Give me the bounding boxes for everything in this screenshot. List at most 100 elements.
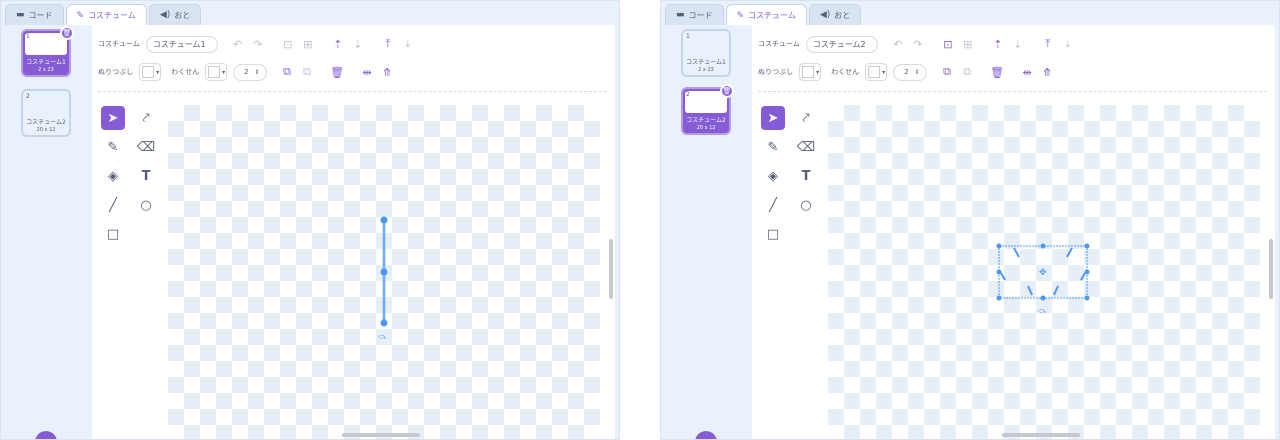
selection-handle[interactable] [1084, 243, 1090, 249]
ungroup-button[interactable]: ⊞ [298, 35, 318, 53]
vertical-scrollbar[interactable] [609, 239, 613, 299]
reshape-tool[interactable]: ⤤ [794, 106, 818, 130]
forward-button[interactable]: ⇡ [988, 35, 1008, 53]
add-costume-button[interactable] [35, 431, 57, 439]
add-costume-button[interactable] [695, 431, 717, 439]
outline-color-picker[interactable]: ▾ [205, 63, 228, 81]
selection-handle[interactable] [380, 319, 388, 327]
paste-button[interactable]: ⧉ [957, 63, 977, 81]
toolbar-divider [98, 91, 607, 92]
fill-color-picker[interactable]: ▾ [799, 63, 822, 81]
delete-button[interactable]: 🗑 [327, 63, 347, 81]
costume-size: 20 x 12 [696, 125, 716, 131]
tab-code[interactable]: ▬ コード [5, 4, 64, 25]
eraser-tool[interactable]: ⌫ [134, 135, 158, 159]
tab-sound[interactable]: ◀) おと [148, 4, 202, 25]
forward-icon: ⇡ [333, 37, 343, 51]
backward-button[interactable]: ⇣ [348, 35, 368, 53]
selection-handle[interactable] [996, 243, 1002, 249]
copy-button[interactable]: ⧉ [937, 63, 957, 81]
group-icon: ⊡ [283, 37, 293, 51]
redo-button[interactable]: ↷ [908, 35, 928, 53]
trash-icon: 🗑 [62, 29, 72, 37]
selection-handle[interactable] [996, 269, 1002, 275]
outline-label: わくせん [831, 68, 860, 76]
reshape-tool[interactable]: ⤤ [134, 106, 158, 130]
flip-vertical-button[interactable]: ⤊ [377, 63, 397, 81]
costume-item[interactable]: 2 コスチューム2 20 x 12 🗑 [681, 84, 734, 135]
stroke-width-input[interactable]: 2 ⇕ [893, 63, 928, 81]
rotate-handle-icon[interactable]: ⤼ [1038, 306, 1047, 315]
selection-handle[interactable] [1084, 295, 1090, 301]
costume-item[interactable]: 1 コスチューム1 2 x 23 🗑 [21, 26, 74, 77]
front-button[interactable]: ⤒ [1038, 35, 1058, 53]
forward-button[interactable]: ⇡ [328, 35, 348, 53]
paste-button[interactable]: ⧉ [297, 63, 317, 81]
costume-item[interactable]: 2 コスチューム2 20 x 12 [21, 89, 71, 137]
shape-stroke [1000, 272, 1006, 281]
back-button[interactable]: ⤓ [398, 35, 418, 53]
flip-horizontal-button[interactable]: ⇹ [1017, 63, 1037, 81]
flip-horizontal-button[interactable]: ⇹ [357, 63, 377, 81]
move-icon[interactable]: ✥ [1039, 268, 1047, 278]
tab-code[interactable]: ▬ コード [665, 4, 724, 25]
delete-costume-button[interactable]: 🗑 [720, 84, 734, 98]
brush-tool[interactable]: ✎ [101, 135, 125, 159]
selection-handle[interactable] [1040, 295, 1046, 301]
fill-tool[interactable]: ◈ [761, 164, 785, 188]
select-tool[interactable]: ➤ [761, 106, 785, 130]
undo-button[interactable]: ↶ [888, 35, 908, 53]
delete-button[interactable]: 🗑 [987, 63, 1007, 81]
line-tool[interactable]: ╱ [761, 193, 785, 217]
group-button[interactable]: ⊡ [278, 35, 298, 53]
selection-handle[interactable] [1084, 269, 1090, 275]
select-tool[interactable]: ➤ [101, 106, 125, 130]
flip-vertical-icon: ⤊ [1042, 65, 1052, 79]
outline-color-picker[interactable]: ▾ [865, 63, 888, 81]
tab-costume[interactable]: ✎ コスチューム [65, 4, 147, 26]
tab-costume[interactable]: ✎ コスチューム [725, 4, 807, 26]
costume-name-input[interactable]: コスチューム1 [145, 35, 218, 53]
costume-name: コスチューム1 [26, 59, 66, 66]
rectangle-tool[interactable]: □ [761, 222, 785, 246]
front-button[interactable]: ⤒ [378, 35, 398, 53]
drawing-canvas[interactable]: ✥ ⤼ [828, 105, 1260, 439]
copy-button[interactable]: ⧉ [277, 63, 297, 81]
fill-label: ぬりつぶし [758, 68, 794, 76]
stroke-width-input[interactable]: 2 ⇕ [233, 63, 268, 81]
rectangle-tool[interactable]: □ [101, 222, 125, 246]
circle-tool[interactable]: ○ [794, 193, 818, 217]
rotate-handle-icon[interactable]: ⤼ [378, 332, 387, 341]
circle-tool[interactable]: ○ [134, 193, 158, 217]
brush-tool[interactable]: ✎ [761, 135, 785, 159]
text-tool[interactable]: T [794, 164, 818, 188]
drawing-canvas[interactable]: ⤼ [168, 105, 600, 439]
costume-name-input[interactable]: コスチューム2 [805, 35, 878, 53]
arrow-icon: ➤ [107, 110, 119, 126]
group-button[interactable]: ⊡ [938, 35, 958, 53]
selection-handle[interactable] [996, 295, 1002, 301]
costume-item[interactable]: 1 コスチューム1 2 x 23 [681, 29, 731, 77]
horizontal-scrollbar[interactable] [1002, 433, 1080, 437]
vertical-scrollbar[interactable] [1269, 239, 1273, 299]
delete-costume-button[interactable]: 🗑 [60, 26, 74, 40]
selection-handle[interactable] [380, 216, 388, 224]
ungroup-icon: ⊞ [963, 37, 973, 51]
undo-button[interactable]: ↶ [228, 35, 248, 53]
fill-tool[interactable]: ◈ [101, 164, 125, 188]
selection-handle[interactable] [1040, 243, 1046, 249]
redo-button[interactable]: ↷ [248, 35, 268, 53]
ungroup-button[interactable]: ⊞ [958, 35, 978, 53]
horizontal-scrollbar[interactable] [342, 433, 420, 437]
stepper-icon: ⇕ [254, 68, 260, 76]
tab-sound[interactable]: ◀) おと [808, 4, 862, 25]
flip-vertical-button[interactable]: ⤊ [1037, 63, 1057, 81]
text-tool[interactable]: T [134, 164, 158, 188]
back-button[interactable]: ⤓ [1058, 35, 1078, 53]
canvas-drawing: ✥ ⤼ [996, 243, 1090, 315]
line-tool[interactable]: ╱ [101, 193, 125, 217]
selection-handle[interactable] [380, 268, 388, 276]
eraser-tool[interactable]: ⌫ [794, 135, 818, 159]
backward-button[interactable]: ⇣ [1008, 35, 1028, 53]
fill-color-picker[interactable]: ▾ [139, 63, 162, 81]
